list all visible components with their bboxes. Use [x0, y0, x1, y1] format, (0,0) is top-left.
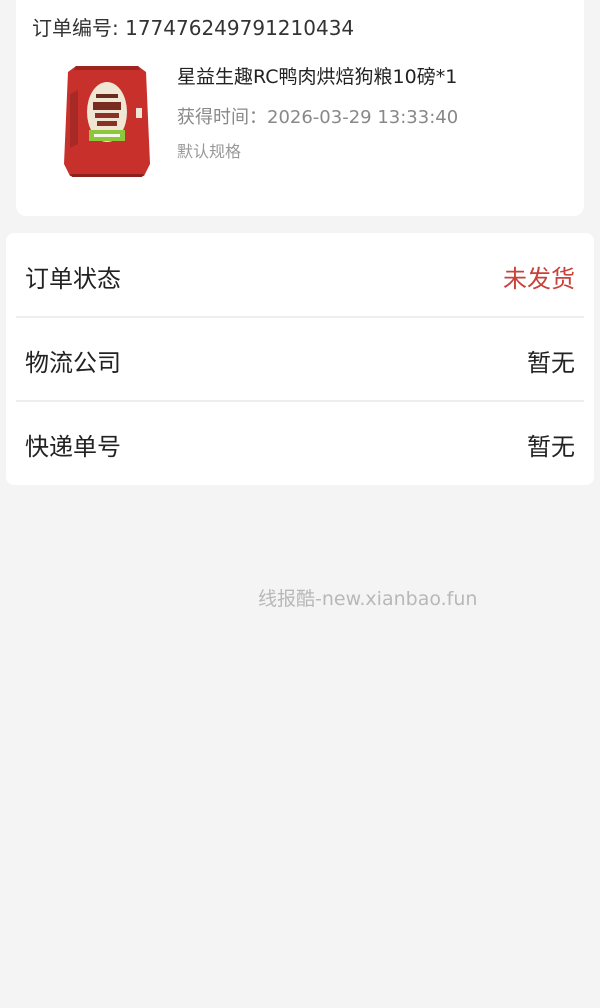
- product-image[interactable]: [54, 64, 160, 178]
- status-card: 订单状态 未发货 物流公司 暂无 快递单号 暂无: [6, 233, 594, 485]
- product-name[interactable]: 星益生趣RC鸭肉烘焙狗粮10磅*1: [177, 62, 457, 89]
- product-spec: 默认规格: [177, 142, 242, 161]
- watermark: 线报酷-new.xianbao.fun: [258, 588, 478, 610]
- logistics-company-label: 物流公司: [25, 349, 121, 377]
- order-number: 订单编号: 177476249791210434: [32, 16, 355, 40]
- logistics-company-row: 物流公司 暂无: [16, 317, 584, 401]
- order-card: 订单编号: 177476249791210434 星益生趣RC鸭肉烘焙狗粮10磅…: [16, 0, 584, 216]
- tracking-number-row: 快递单号 暂无: [16, 401, 584, 485]
- tracking-number-value: 暂无: [527, 433, 575, 461]
- order-status-value: 未发货: [503, 265, 575, 293]
- order-status-row: 订单状态 未发货: [16, 233, 584, 317]
- product-time: 获得时间：2026-03-29 13:33:40: [177, 107, 459, 128]
- order-status-label: 订单状态: [25, 265, 121, 293]
- tracking-number-label: 快递单号: [25, 433, 121, 461]
- logistics-company-value: 暂无: [527, 349, 575, 377]
